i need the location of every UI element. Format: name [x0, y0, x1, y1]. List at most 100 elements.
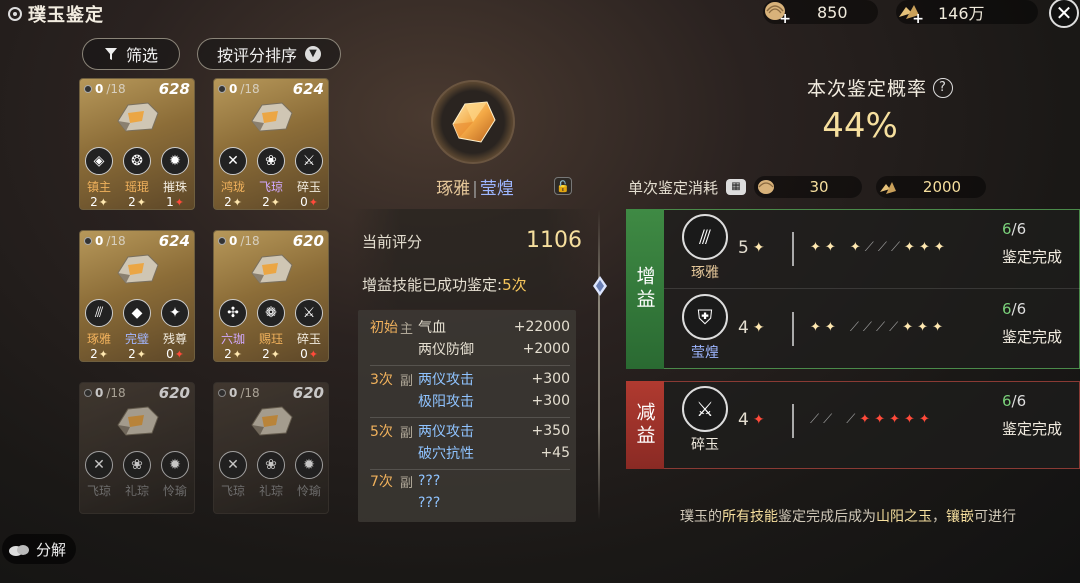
filter-label: 筛选	[125, 46, 158, 65]
progress-total: /18	[106, 234, 126, 248]
attribute-stage: 5次	[370, 424, 393, 440]
star-icon: ✦	[810, 320, 821, 335]
card-skill: ❀ 礼琮	[119, 451, 155, 499]
star-icon: ✦	[136, 195, 146, 209]
ident-count: 6/6	[1002, 300, 1026, 318]
jade-card[interactable]: 0/18 628 ◈ 镇主 2 ✦ ❂ 瑶琨 2 ✦ ✹ 摧珠 1 ✦	[79, 78, 195, 210]
skill-icon: ❁	[257, 299, 285, 327]
card-skills: ✣ 六珈 2 ✦ ❁ 赐珏 2 ✦ ⚔ 碎玉 0 ✦	[214, 299, 328, 361]
cost1-value: 30	[809, 178, 829, 196]
lock-icon[interactable]: 🔓	[554, 177, 572, 195]
card-score: 620	[158, 384, 190, 402]
jade-card[interactable]: 0/18 620 ✣ 六珈 2 ✦ ❁ 赐珏 2 ✦ ⚔ 碎玉 0 ✦	[213, 230, 329, 362]
jade-portrait	[431, 80, 515, 164]
filter-button[interactable]: 筛选	[82, 38, 180, 70]
gold-icon	[876, 176, 900, 198]
progress-dot-icon	[218, 389, 226, 397]
star-icon: ✦	[933, 240, 945, 255]
jade-card[interactable]: 0/18 624 ✕ 鸿珑 2 ✦ ❀ 飞琼 2 ✦ ⚔ 碎玉 0 ✦	[213, 78, 329, 210]
card-skill: ⚔ 碎玉 0 ✦	[291, 147, 327, 209]
card-score: 620	[292, 232, 324, 250]
attribute-value: +300	[531, 393, 570, 409]
ident-level-value: 4	[738, 318, 749, 338]
slash-mark-icon: ⟋	[876, 320, 886, 335]
menu-icon[interactable]	[8, 7, 22, 21]
ident-skill-name: 碎玉	[691, 437, 719, 453]
ident-skill-icon: ⛨	[682, 294, 728, 340]
star-icon: ✦	[752, 320, 765, 336]
star-icon: ✦	[932, 320, 943, 335]
progress-dot-icon	[84, 85, 92, 93]
skill-level: 2 ✦	[224, 347, 242, 361]
card-progress: 0/18	[84, 82, 126, 96]
card-score: 624	[158, 232, 190, 250]
ident-track: ⟋ ⟋ ⟋ ✦ ✦ ✦ ✦ ✦	[810, 412, 930, 427]
ident-skill-name: 莹煌	[691, 345, 719, 361]
footer-note: 璞玉的所有技能鉴定完成后成为山阳之玉，镶嵌可进行	[628, 506, 1068, 526]
cost2-value: 2000	[922, 178, 962, 196]
shell-add-icon[interactable]: +	[763, 0, 791, 27]
skill-icon: ❀	[257, 451, 285, 479]
close-button[interactable]: ✕	[1049, 0, 1079, 28]
star-icon: ✦	[859, 412, 871, 427]
skill-level-value: 2	[224, 195, 232, 209]
star-icon: ✦	[270, 195, 280, 209]
sort-label: 按评分排序	[216, 46, 297, 65]
card-skills: ✕ 鸿珑 2 ✦ ❀ 飞琼 2 ✦ ⚔ 碎玉 0 ✦	[214, 147, 328, 209]
skill-icon: ✦	[161, 299, 189, 327]
star-icon: ✦	[904, 412, 915, 427]
card-skills: ✕ 飞琼 ❀ 礼琮 ✹ 怜瑜	[214, 451, 328, 499]
keyboard-icon: ▦	[726, 179, 747, 195]
skill-icon: ❀	[123, 451, 151, 479]
skill-level: 0 ✦	[166, 347, 184, 361]
ident-skill-icon: ⚔	[682, 386, 728, 432]
jade-card[interactable]: 0/18 620 ✕ 飞琼 ❀ 礼琮 ✹ 怜瑜	[79, 382, 195, 514]
skill-name: 六珈	[220, 332, 245, 346]
card-skill: ❀ 礼琮	[253, 451, 289, 499]
ident-divider	[792, 404, 794, 438]
footer-p3: 鉴定完成后成为	[778, 509, 876, 525]
ident-row: ⚔ 碎玉 4 ✦ ⟋ ⟋ ⟋ ✦ ✦ ✦ ✦ ✦ 6/6 鉴定完成	[664, 382, 1080, 462]
page-title: 璞玉鉴定	[28, 5, 104, 26]
ident-level: 5 ✦	[738, 238, 765, 258]
help-icon[interactable]: ?	[933, 77, 953, 98]
star-icon: ✦	[98, 347, 108, 361]
skill-name: 礼琮	[124, 484, 149, 498]
progress-total: /18	[106, 82, 126, 96]
progress-done: 0	[229, 234, 238, 248]
ident-count: 6/6	[1002, 220, 1026, 238]
skill-name: 赐珏	[258, 332, 283, 346]
jade-card[interactable]: 0/18 620 ✕ 飞琼 ❀ 礼琮 ✹ 怜瑜	[213, 382, 329, 514]
star-icon: ✦	[308, 347, 318, 361]
skill-icon: ⫻	[85, 299, 113, 327]
attribute-value: +350	[531, 423, 570, 439]
jade-card[interactable]: 0/18 624 ⫻ 琢雅 2 ✦ ◆ 完璧 2 ✦ ✦ 残尊 0 ✦	[79, 230, 195, 362]
gold-add-icon[interactable]: +	[896, 0, 924, 27]
star-icon: ✦	[308, 195, 318, 209]
decompose-button[interactable]: 分解	[2, 534, 76, 564]
attribute-line: 初始 主 气血 +22000	[370, 316, 570, 338]
card-skill: ✕ 鸿珑 2 ✦	[215, 147, 251, 209]
currency-gold: + 146万	[896, 0, 1038, 27]
skill-name: 瑶琨	[124, 180, 149, 194]
jade-stone-icon	[251, 406, 293, 436]
attribute-group: 3次 副 两仪攻击 +300 极阳攻击 +300	[370, 368, 570, 418]
skill-level-value: 2	[262, 195, 270, 209]
star-icon: ✦	[902, 320, 914, 335]
skill-name: 怜瑜	[162, 484, 187, 498]
attribute-tag: 副	[400, 425, 414, 441]
skill-name: 鸿珑	[220, 180, 245, 194]
card-skill: ✹ 怜瑜	[157, 451, 193, 499]
progress-total: /18	[106, 386, 126, 400]
slash-mark-icon: ⟋	[846, 412, 856, 427]
ident-skill-icon: ⫻	[682, 214, 728, 260]
sort-dropdown[interactable]: 按评分排序 ▼	[197, 38, 341, 70]
skill-name: 飞琼	[86, 484, 111, 498]
ident-divider	[792, 312, 794, 346]
ident-row: ⛨ 莹煌 4 ✦ ✦ ✦ ⟋ ⟋ ⟋ ⟋ ✦ ✦ ✦ 6/6 鉴定完成	[664, 290, 1080, 370]
ident-count-total: /6	[1011, 300, 1027, 318]
ident-level-value: 4	[738, 410, 749, 430]
jade-stone-icon	[117, 254, 159, 284]
cost-row: 单次鉴定消耗 ▦ 30 2000	[628, 176, 987, 198]
ident-count-total: /6	[1011, 392, 1027, 410]
